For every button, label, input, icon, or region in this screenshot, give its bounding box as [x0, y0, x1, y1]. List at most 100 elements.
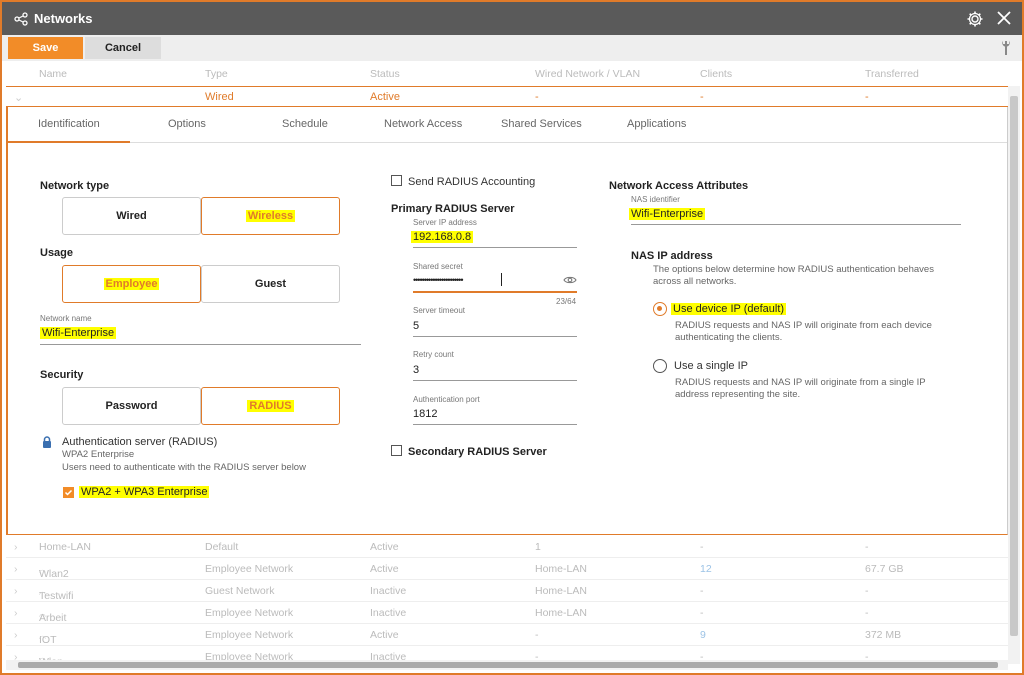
- table-row[interactable]: › IOT ◠ Employee Network Active - 9 372 …: [6, 624, 1008, 646]
- security-radius[interactable]: RADIUS: [201, 387, 340, 425]
- horizontal-scroll-thumb[interactable]: [18, 662, 998, 668]
- chevron-right-icon[interactable]: ›: [14, 629, 18, 641]
- row-vlan: 1: [535, 541, 541, 553]
- network-type-wired[interactable]: Wired: [62, 197, 201, 235]
- wrench-icon[interactable]: [1000, 40, 1012, 56]
- security-radius-label: RADIUS: [247, 400, 293, 412]
- shared-secret-underline: [413, 291, 577, 293]
- chevron-right-icon[interactable]: ›: [14, 585, 18, 597]
- nas-identifier-field[interactable]: Wifi-Enterprise: [629, 208, 705, 220]
- tab-applications[interactable]: Applications: [627, 118, 686, 130]
- row-clients: -: [700, 585, 704, 597]
- network-name-underline: [40, 344, 361, 345]
- secondary-radius-label[interactable]: Secondary RADIUS Server: [408, 446, 547, 458]
- tab-shared-services[interactable]: Shared Services: [501, 118, 582, 130]
- col-type[interactable]: Type: [205, 68, 228, 80]
- col-status[interactable]: Status: [370, 68, 400, 80]
- network-name-value: Wifi-Enterprise: [40, 327, 116, 339]
- chevron-right-icon[interactable]: ›: [14, 541, 18, 553]
- wpa-enterprise-label[interactable]: WPA2 + WPA3 Enterprise: [79, 486, 209, 498]
- table-header: Name Type Status Wired Network / VLAN Cl…: [6, 63, 1008, 85]
- row-clients[interactable]: 9: [700, 629, 706, 641]
- lock-icon: [42, 436, 52, 448]
- timeout-underline: [413, 336, 577, 337]
- row-status: Active: [370, 91, 400, 103]
- save-button[interactable]: Save: [8, 37, 83, 59]
- wifi-icon: ◠: [39, 612, 46, 621]
- table-row[interactable]: › Arbeit ◠ Employee Network Inactive Hom…: [6, 602, 1008, 624]
- row-vlan: Home-LAN: [535, 563, 587, 575]
- col-name[interactable]: Name: [39, 68, 67, 80]
- network-type-wireless-label: Wireless: [246, 210, 295, 222]
- network-detail-panel: Identification Options Schedule Network …: [6, 107, 1008, 535]
- row-clients[interactable]: 12: [700, 563, 712, 575]
- row-clients: -: [700, 91, 704, 103]
- row-type: Default: [205, 541, 238, 553]
- shared-secret-field[interactable]: •••••••••••••••••••••••: [413, 275, 462, 285]
- network-type-wireless[interactable]: Wireless: [201, 197, 340, 235]
- gear-icon[interactable]: [966, 10, 984, 28]
- col-transferred[interactable]: Transferred: [865, 68, 919, 80]
- server-ip-underline: [413, 247, 577, 248]
- eye-icon[interactable]: [563, 275, 577, 285]
- send-radius-accounting-label[interactable]: Send RADIUS Accounting: [408, 176, 535, 188]
- use-single-ip-label[interactable]: Use a single IP: [674, 360, 748, 372]
- window-title: Networks: [34, 11, 93, 26]
- cancel-button[interactable]: Cancel: [85, 37, 161, 59]
- retry-field[interactable]: 3: [413, 364, 419, 376]
- use-single-ip-radio[interactable]: [653, 359, 667, 373]
- table-row[interactable]: › Home-LAN Default Active 1 - -: [6, 536, 1008, 558]
- network-icon: [14, 11, 30, 27]
- use-device-ip-radio[interactable]: [653, 302, 667, 316]
- row-transferred: -: [865, 585, 869, 597]
- chevron-right-icon[interactable]: ›: [14, 563, 18, 575]
- wpa-enterprise-label-text: WPA2 + WPA3 Enterprise: [79, 486, 209, 498]
- col-vlan[interactable]: Wired Network / VLAN: [535, 68, 640, 80]
- network-name-field[interactable]: Wifi-Enterprise: [40, 327, 116, 339]
- row-status: Active: [370, 541, 399, 553]
- use-device-ip-label[interactable]: Use device IP (default): [671, 303, 786, 315]
- wifi-icon: ◠: [39, 590, 46, 599]
- security-password[interactable]: Password: [62, 387, 201, 425]
- nas-identifier-value: Wifi-Enterprise: [629, 208, 705, 220]
- server-ip-field[interactable]: 192.168.0.8: [411, 231, 473, 243]
- tab-identification[interactable]: Identification: [38, 118, 100, 130]
- table-row[interactable]: › Testwifi ◠ Guest Network Inactive Home…: [6, 580, 1008, 602]
- active-tab-indicator: [8, 141, 130, 143]
- row-status: Inactive: [370, 585, 406, 597]
- row-clients: -: [700, 607, 704, 619]
- chevron-right-icon[interactable]: ›: [14, 607, 18, 619]
- secondary-radius-checkbox[interactable]: [391, 445, 402, 456]
- col-clients[interactable]: Clients: [700, 68, 732, 80]
- auth-port-field[interactable]: 1812: [413, 408, 437, 420]
- tab-network-access[interactable]: Network Access: [384, 118, 462, 130]
- row-transferred: 67.7 GB: [865, 563, 904, 575]
- primary-radius-title: Primary RADIUS Server: [391, 203, 515, 215]
- security-label: Security: [40, 369, 83, 381]
- nas-identifier-label: NAS identifier: [631, 195, 680, 204]
- tab-options[interactable]: Options: [168, 118, 206, 130]
- toolbar: Save Cancel: [2, 35, 1022, 61]
- usage-guest[interactable]: Guest: [201, 265, 340, 303]
- timeout-field[interactable]: 5: [413, 320, 419, 332]
- horizontal-scrollbar[interactable]: [6, 660, 1008, 670]
- row-status: Inactive: [370, 607, 406, 619]
- row-type: Employee Network: [205, 607, 293, 619]
- row-type: Guest Network: [205, 585, 274, 597]
- close-icon[interactable]: [996, 10, 1012, 26]
- chevron-down-icon[interactable]: ⌄: [14, 91, 23, 104]
- row-transferred: 372 MB: [865, 629, 901, 641]
- nas-ip-title: NAS IP address: [631, 250, 713, 262]
- wifi-icon: ◠: [39, 634, 46, 643]
- table-row[interactable]: › Wlan2 ◠ Employee Network Active Home-L…: [6, 558, 1008, 580]
- use-device-ip-desc: RADIUS requests and NAS IP will originat…: [675, 320, 950, 344]
- send-radius-accounting-checkbox[interactable]: [391, 175, 402, 186]
- selected-table-row[interactable]: ⌄ Wired Active - - -: [6, 86, 1008, 107]
- usage-employee[interactable]: Employee: [62, 265, 201, 303]
- wpa-enterprise-checkbox[interactable]: [63, 487, 74, 498]
- vertical-scroll-thumb[interactable]: [1010, 96, 1018, 636]
- nas-ip-desc: The options below determine how RADIUS a…: [653, 264, 953, 288]
- tab-schedule[interactable]: Schedule: [282, 118, 328, 130]
- vertical-scrollbar[interactable]: [1008, 86, 1020, 664]
- usage-guest-label: Guest: [255, 278, 286, 290]
